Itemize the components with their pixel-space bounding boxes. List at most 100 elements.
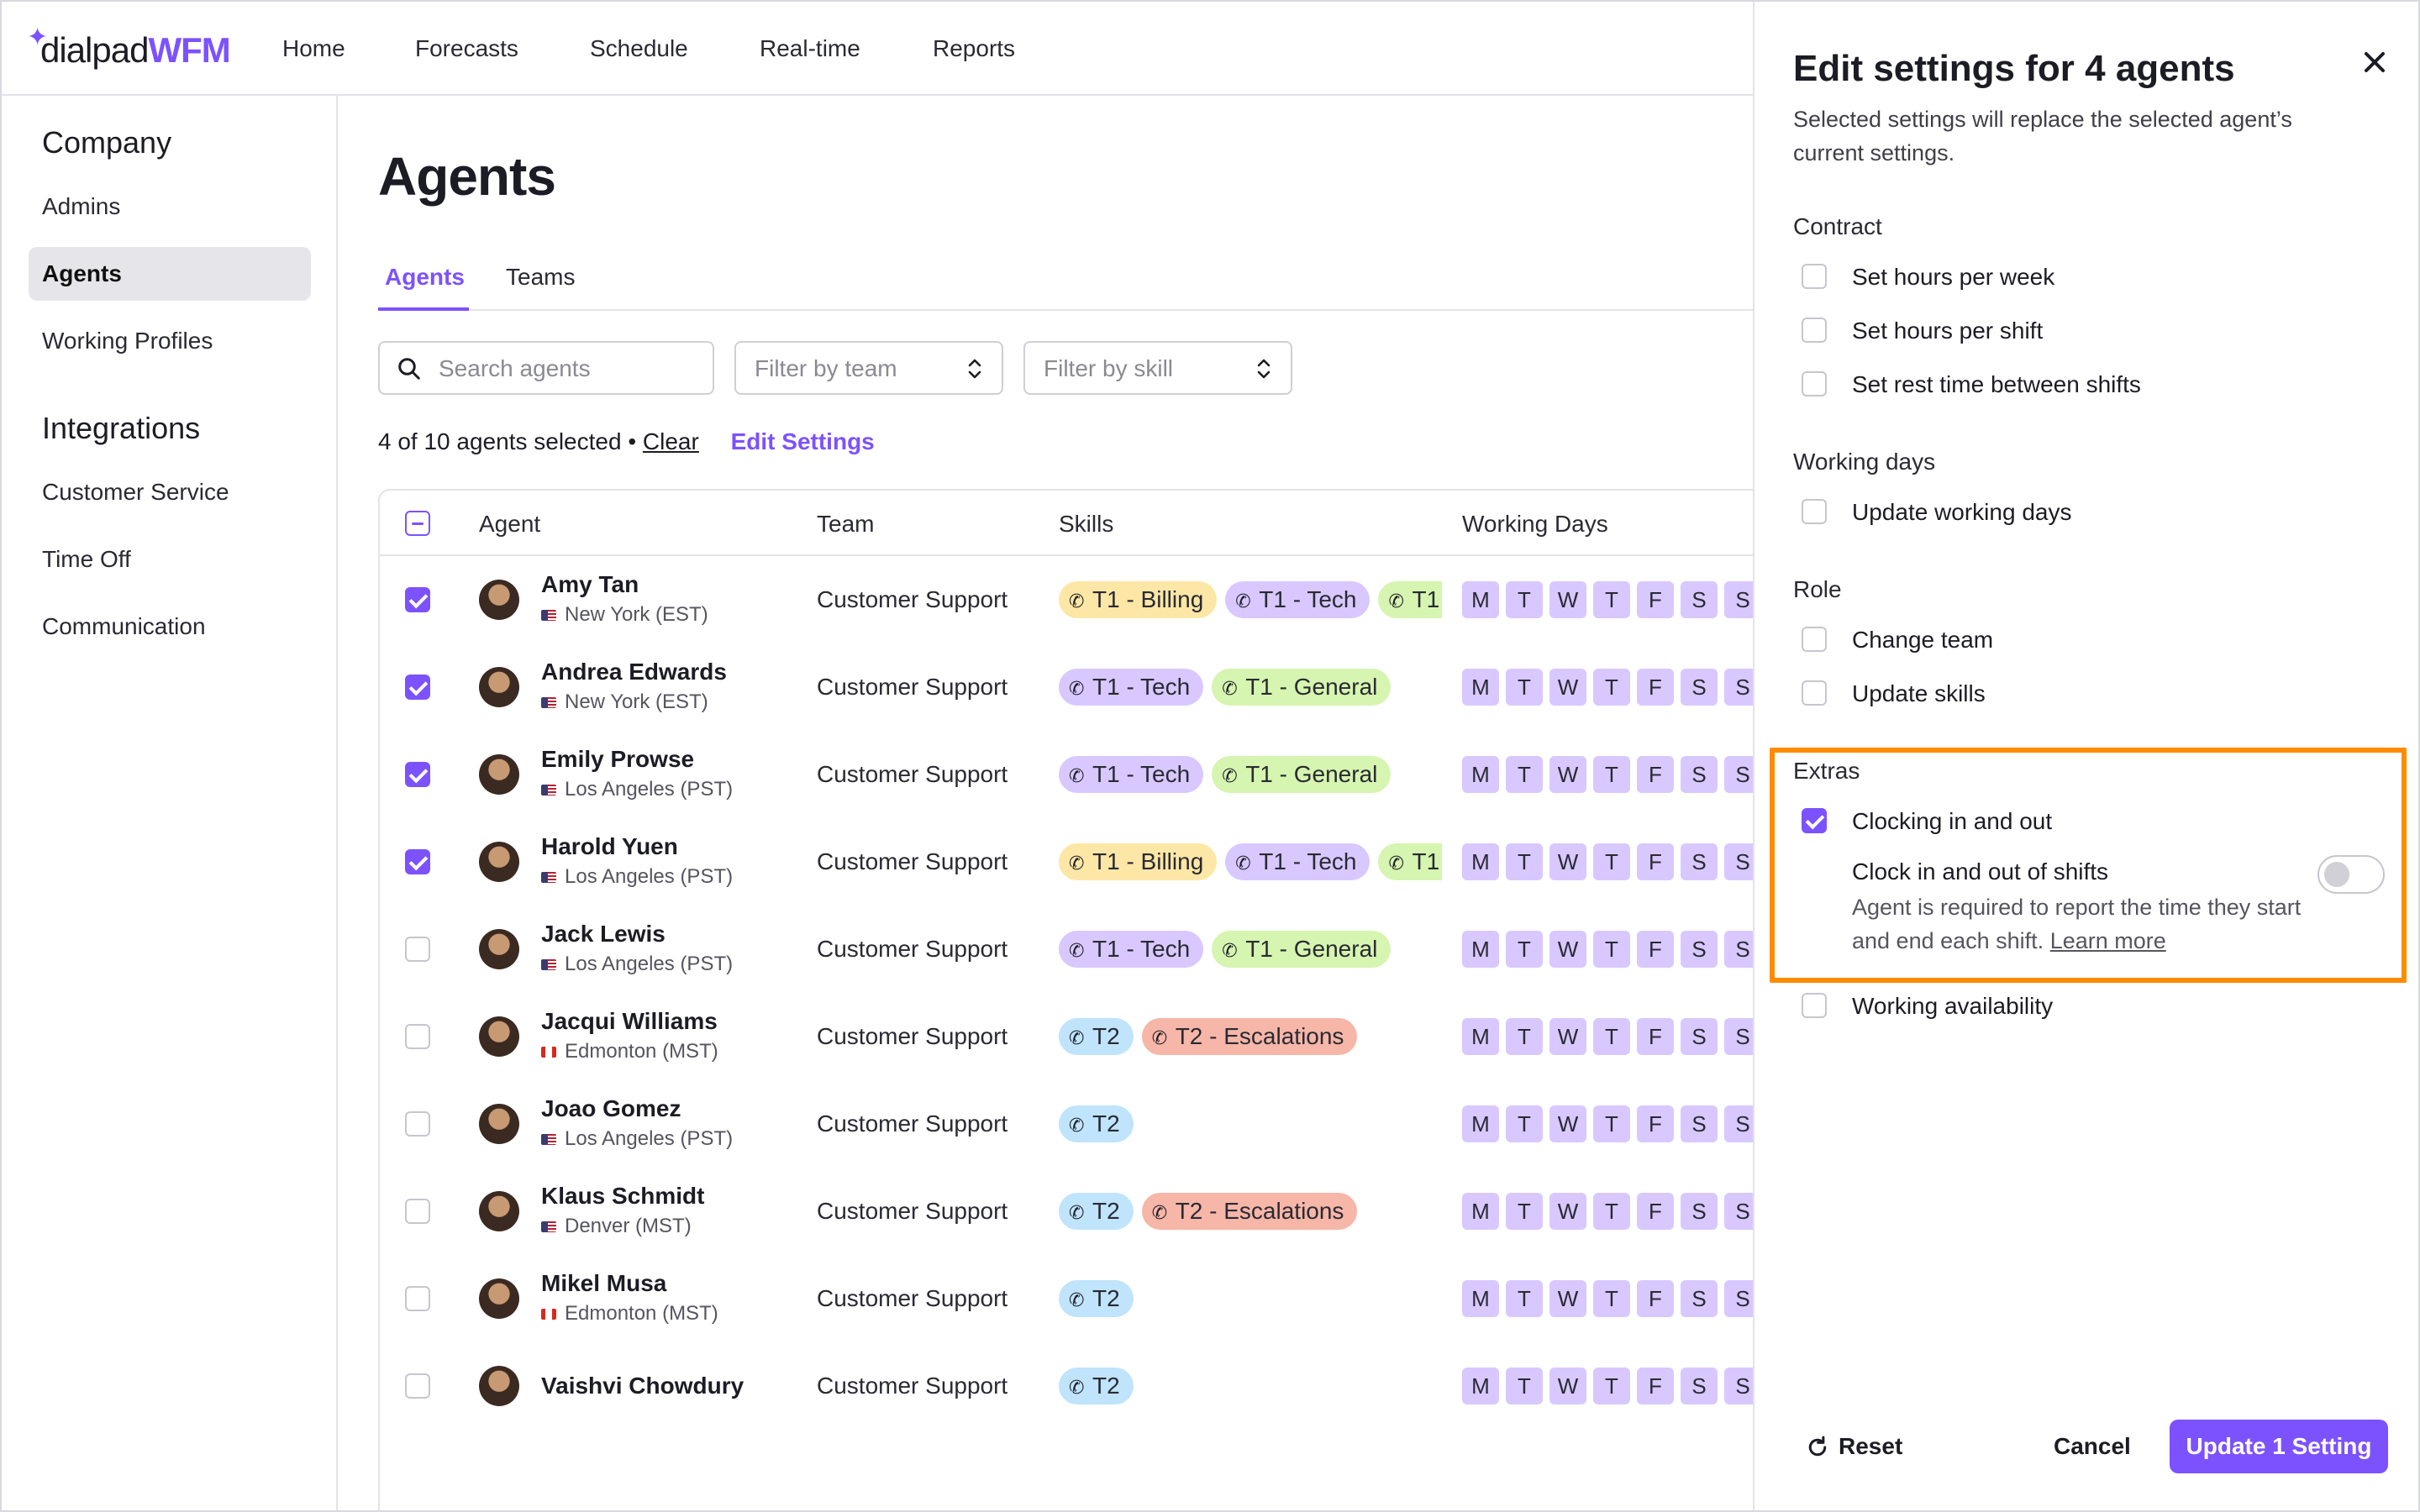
row-checkbox[interactable]	[405, 1286, 430, 1311]
skill-chip: ✆ T2	[1059, 1368, 1134, 1404]
nav-home[interactable]: Home	[282, 32, 345, 66]
reset-button[interactable]: Reset	[1805, 1430, 1902, 1463]
clear-selection-link[interactable]: Clear	[643, 428, 699, 454]
nav-real-time[interactable]: Real-time	[760, 32, 860, 66]
table-row[interactable]: Andrea Edwards New York (EST) Customer Sup…	[380, 643, 1805, 731]
checkbox[interactable]	[1802, 318, 1827, 343]
checkbox[interactable]	[1802, 993, 1827, 1018]
phone-icon: ✆	[1069, 1289, 1085, 1310]
table-row[interactable]: Jack Lewis Los Angeles (PST) Customer Supp…	[380, 906, 1805, 993]
agent-name[interactable]: Amy Tan	[541, 570, 639, 600]
agent-name[interactable]: Joao Gomez	[541, 1094, 681, 1124]
filter-team-placeholder: Filter by team	[755, 355, 897, 381]
sidebar-item-admins[interactable]: Admins	[42, 190, 120, 223]
clock-shifts-toggle[interactable]	[2317, 855, 2385, 894]
day-badge: T	[1593, 931, 1630, 968]
checkbox-checked[interactable]	[1802, 808, 1827, 833]
nav-schedule[interactable]: Schedule	[590, 32, 688, 66]
column-header-skills[interactable]: Skills	[1059, 507, 1113, 541]
filter-by-team-select[interactable]: Filter by team	[734, 341, 1003, 395]
column-header-agent[interactable]: Agent	[479, 507, 540, 541]
select-all-checkbox[interactable]	[405, 511, 430, 536]
table-row[interactable]: Joao Gomez Los Angeles (PST) Customer Supp…	[380, 1080, 1805, 1168]
sidebar-heading-integrations: Integrations	[42, 411, 201, 445]
tab-agents[interactable]: Agents	[385, 260, 465, 294]
checkbox[interactable]	[1802, 680, 1827, 706]
agent-name[interactable]: Harold Yuen	[541, 832, 678, 862]
skill-label: T1 - Tech	[1092, 761, 1191, 787]
row-checkbox[interactable]	[405, 937, 430, 962]
agent-name[interactable]: Emily Prowse	[541, 744, 694, 774]
us-flag-icon	[541, 872, 556, 883]
row-checkbox[interactable]	[405, 1024, 430, 1049]
column-header-working-days[interactable]: Working Days	[1462, 507, 1608, 541]
cancel-button[interactable]: Cancel	[2054, 1430, 2131, 1463]
day-badge: W	[1549, 1368, 1586, 1404]
canada-flag-icon	[541, 1047, 556, 1058]
clock-shifts-description: Agent is required to report the time the…	[1852, 890, 2323, 958]
agent-name[interactable]: Andrea Edwards	[541, 657, 727, 687]
checkbox[interactable]	[1802, 499, 1827, 524]
sidebar-item-working-profiles[interactable]: Working Profiles	[42, 324, 213, 358]
phone-icon: ✆	[1222, 765, 1238, 786]
agent-name[interactable]: Jacqui Williams	[541, 1006, 718, 1037]
row-checkbox[interactable]	[405, 1373, 430, 1399]
day-badge: T	[1506, 669, 1543, 706]
update-setting-button[interactable]: Update 1 Setting	[2170, 1420, 2388, 1473]
column-header-team[interactable]: Team	[817, 507, 874, 541]
sidebar-item-time-off[interactable]: Time Off	[42, 543, 131, 576]
skill-chip: ✆ T2	[1059, 1280, 1134, 1317]
table-row[interactable]: Vaishvi Chowdury Customer Support ✆ T2 M T W T F…	[380, 1342, 1805, 1430]
agent-location-text: New York (EST)	[565, 603, 708, 626]
table-row[interactable]: Jacqui Williams Edmonton (MST) Customer Su…	[380, 993, 1805, 1080]
us-flag-icon	[541, 697, 556, 708]
panel-footer: Reset Cancel Update 1 Setting	[1754, 1413, 2418, 1480]
skills-list: ✆ T2	[1059, 1280, 1442, 1324]
search-input[interactable]: Search agents	[378, 341, 714, 395]
agent-name[interactable]: Klaus Schmidt	[541, 1181, 704, 1211]
table-row[interactable]: Amy Tan New York (EST) Customer Support ✆ T1…	[380, 556, 1805, 643]
option-label: Update working days	[1852, 499, 2072, 525]
table-row[interactable]: Harold Yuen Los Angeles (PST) Customer Sup…	[380, 818, 1805, 906]
agent-team: Customer Support	[817, 1110, 1008, 1137]
row-checkbox[interactable]	[405, 1111, 430, 1137]
agent-name[interactable]: Jack Lewis	[541, 919, 666, 949]
table-row[interactable]: Klaus Schmidt Denver (MST) Customer Suppor…	[380, 1168, 1805, 1255]
sidebar-item-communication[interactable]: Communication	[42, 610, 206, 643]
skill-chip: ✆ T1 - Tech	[1059, 756, 1204, 793]
nav-reports[interactable]: Reports	[933, 32, 1015, 66]
row-checkbox[interactable]	[405, 1199, 430, 1224]
checkbox[interactable]	[1802, 627, 1827, 652]
avatar	[479, 1016, 519, 1057]
table-row[interactable]: Mikel Musa Edmonton (MST) Customer Support…	[380, 1255, 1805, 1342]
checkbox[interactable]	[1802, 371, 1827, 396]
row-checkbox[interactable]	[405, 762, 430, 787]
edit-settings-panel: Edit settings for 4 agents Selected sett…	[1753, 2, 2418, 1510]
agents-table: Agent Team Skills Working Days Amy Tan Ne…	[378, 489, 1807, 1510]
skill-label: T1 - General	[1412, 848, 1442, 874]
sidebar-item-customer-service[interactable]: Customer Service	[42, 475, 229, 509]
skill-label: T1 - Tech	[1092, 936, 1191, 962]
agent-team: Customer Support	[817, 674, 1008, 700]
row-checkbox[interactable]	[405, 587, 430, 612]
tab-teams[interactable]: Teams	[506, 260, 575, 294]
dialpad-wfm-logo[interactable]: ✦ dialpad WFM	[27, 25, 231, 76]
avatar	[479, 1366, 519, 1406]
day-badge: T	[1593, 1018, 1630, 1055]
day-badge: F	[1637, 581, 1674, 618]
agent-name[interactable]: Vaishvi Chowdury	[541, 1371, 744, 1401]
day-badge: F	[1637, 1018, 1674, 1055]
agent-name[interactable]: Mikel Musa	[541, 1268, 666, 1299]
learn-more-link[interactable]: Learn more	[2050, 928, 2166, 953]
edit-settings-link[interactable]: Edit Settings	[731, 428, 875, 454]
table-row[interactable]: Emily Prowse Los Angeles (PST) Customer Su…	[380, 731, 1805, 818]
row-checkbox[interactable]	[405, 675, 430, 700]
filter-by-skill-select[interactable]: Filter by skill	[1023, 341, 1292, 395]
us-flag-icon	[541, 959, 556, 970]
option-label: Working availability	[1852, 993, 2054, 1019]
close-icon[interactable]	[2358, 45, 2391, 79]
sidebar-item-agents[interactable]: Agents	[29, 247, 311, 301]
nav-forecasts[interactable]: Forecasts	[415, 32, 518, 66]
checkbox[interactable]	[1802, 264, 1827, 289]
row-checkbox[interactable]	[405, 849, 430, 874]
